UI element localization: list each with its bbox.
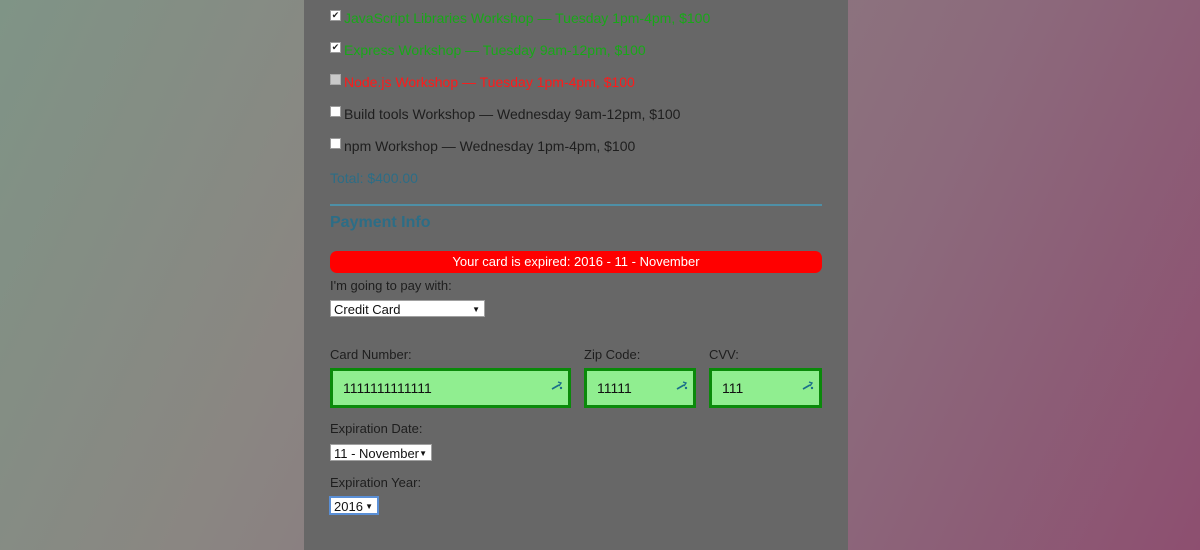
- activity-item-js-libraries[interactable]: ✔ JavaScript Libraries Workshop — Tuesda…: [330, 8, 710, 28]
- activity-checkbox-nodejs[interactable]: [330, 73, 341, 85]
- activity-label-js-libraries: JavaScript Libraries Workshop — Tuesday …: [344, 10, 711, 26]
- cvv-label: CVV:: [709, 347, 739, 362]
- expiration-month-select[interactable]: 11 - November ▼: [330, 444, 432, 461]
- expiration-year-value: 2016: [334, 499, 363, 514]
- activity-label-express: Express Workshop — Tuesday 9am-12pm, $10…: [344, 42, 646, 58]
- activity-label-nodejs: Node.js Workshop — Tuesday 1pm-4pm, $100: [344, 74, 635, 90]
- key-icon[interactable]: [675, 379, 689, 393]
- activity-label-build-tools: Build tools Workshop — Wednesday 9am-12p…: [344, 106, 681, 122]
- zip-code-value: 11111: [597, 380, 632, 396]
- activity-item-npm[interactable]: npm Workshop — Wednesday 1pm-4pm, $100: [330, 136, 635, 156]
- cvv-value: 111: [722, 380, 744, 396]
- activity-item-express[interactable]: ✔ Express Workshop — Tuesday 9am-12pm, $…: [330, 40, 646, 60]
- expiration-month-value: 11 - November: [334, 446, 420, 461]
- activity-checkbox-js-libraries[interactable]: ✔: [330, 9, 341, 21]
- card-number-value: 1111111111111: [343, 380, 432, 396]
- dropdown-arrow-icon: ▼: [365, 502, 373, 511]
- section-divider: [330, 204, 822, 206]
- expiration-date-label: Expiration Date:: [330, 421, 423, 436]
- activity-checkbox-express[interactable]: ✔: [330, 41, 341, 53]
- zip-code-input[interactable]: 11111: [584, 368, 696, 408]
- activity-checkbox-build-tools[interactable]: [330, 105, 341, 117]
- card-expired-error: Your card is expired: 2016 - 11 - Novemb…: [330, 251, 822, 273]
- payment-method-label: I'm going to pay with:: [330, 278, 452, 293]
- card-number-label: Card Number:: [330, 347, 412, 362]
- activity-checkbox-npm[interactable]: [330, 137, 341, 149]
- card-number-input[interactable]: 1111111111111: [330, 368, 571, 408]
- payment-method-select[interactable]: Credit Card ▼: [330, 300, 485, 317]
- expiration-year-label: Expiration Year:: [330, 475, 422, 490]
- payment-method-value: Credit Card: [334, 302, 401, 317]
- dropdown-arrow-icon: ▼: [419, 449, 427, 458]
- key-icon[interactable]: [550, 379, 564, 393]
- dropdown-arrow-icon: ▼: [472, 305, 480, 314]
- zip-code-label: Zip Code:: [584, 347, 641, 362]
- payment-section-title: Payment Info: [330, 214, 431, 231]
- cvv-input[interactable]: 111: [709, 368, 822, 408]
- activity-item-build-tools[interactable]: Build tools Workshop — Wednesday 9am-12p…: [330, 104, 680, 124]
- key-icon[interactable]: [801, 379, 815, 393]
- expiration-year-select[interactable]: 2016 ▼: [330, 497, 378, 514]
- total-cost: Total: $400.00: [330, 170, 418, 186]
- activity-label-npm: npm Workshop — Wednesday 1pm-4pm, $100: [344, 138, 636, 154]
- activity-item-nodejs[interactable]: Node.js Workshop — Tuesday 1pm-4pm, $100: [330, 72, 635, 92]
